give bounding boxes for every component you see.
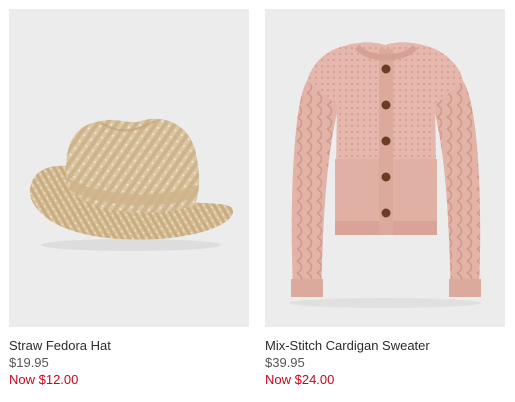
- pink-cardigan-sweater-image: [289, 42, 481, 308]
- product-image-link[interactable]: [9, 9, 249, 327]
- product-image-link[interactable]: [265, 9, 505, 327]
- product-grid: Straw Fedora Hat $19.95 Now $12.00 Mix-S…: [0, 0, 515, 402]
- original-price: $39.95: [265, 355, 305, 370]
- product-card-mix-stitch-cardigan[interactable]: Mix-Stitch Cardigan Sweater $39.95 Now $…: [265, 9, 505, 388]
- product-name-link[interactable]: Mix-Stitch Cardigan Sweater: [265, 337, 505, 354]
- product-card-straw-fedora-hat[interactable]: Straw Fedora Hat $19.95 Now $12.00: [9, 9, 249, 388]
- sale-price: Now $24.00: [265, 372, 335, 387]
- original-price: $19.95: [9, 355, 49, 370]
- product-name-link[interactable]: Straw Fedora Hat: [9, 337, 249, 354]
- sale-price: Now $12.00: [9, 372, 79, 387]
- straw-fedora-hat-image: [29, 118, 234, 251]
